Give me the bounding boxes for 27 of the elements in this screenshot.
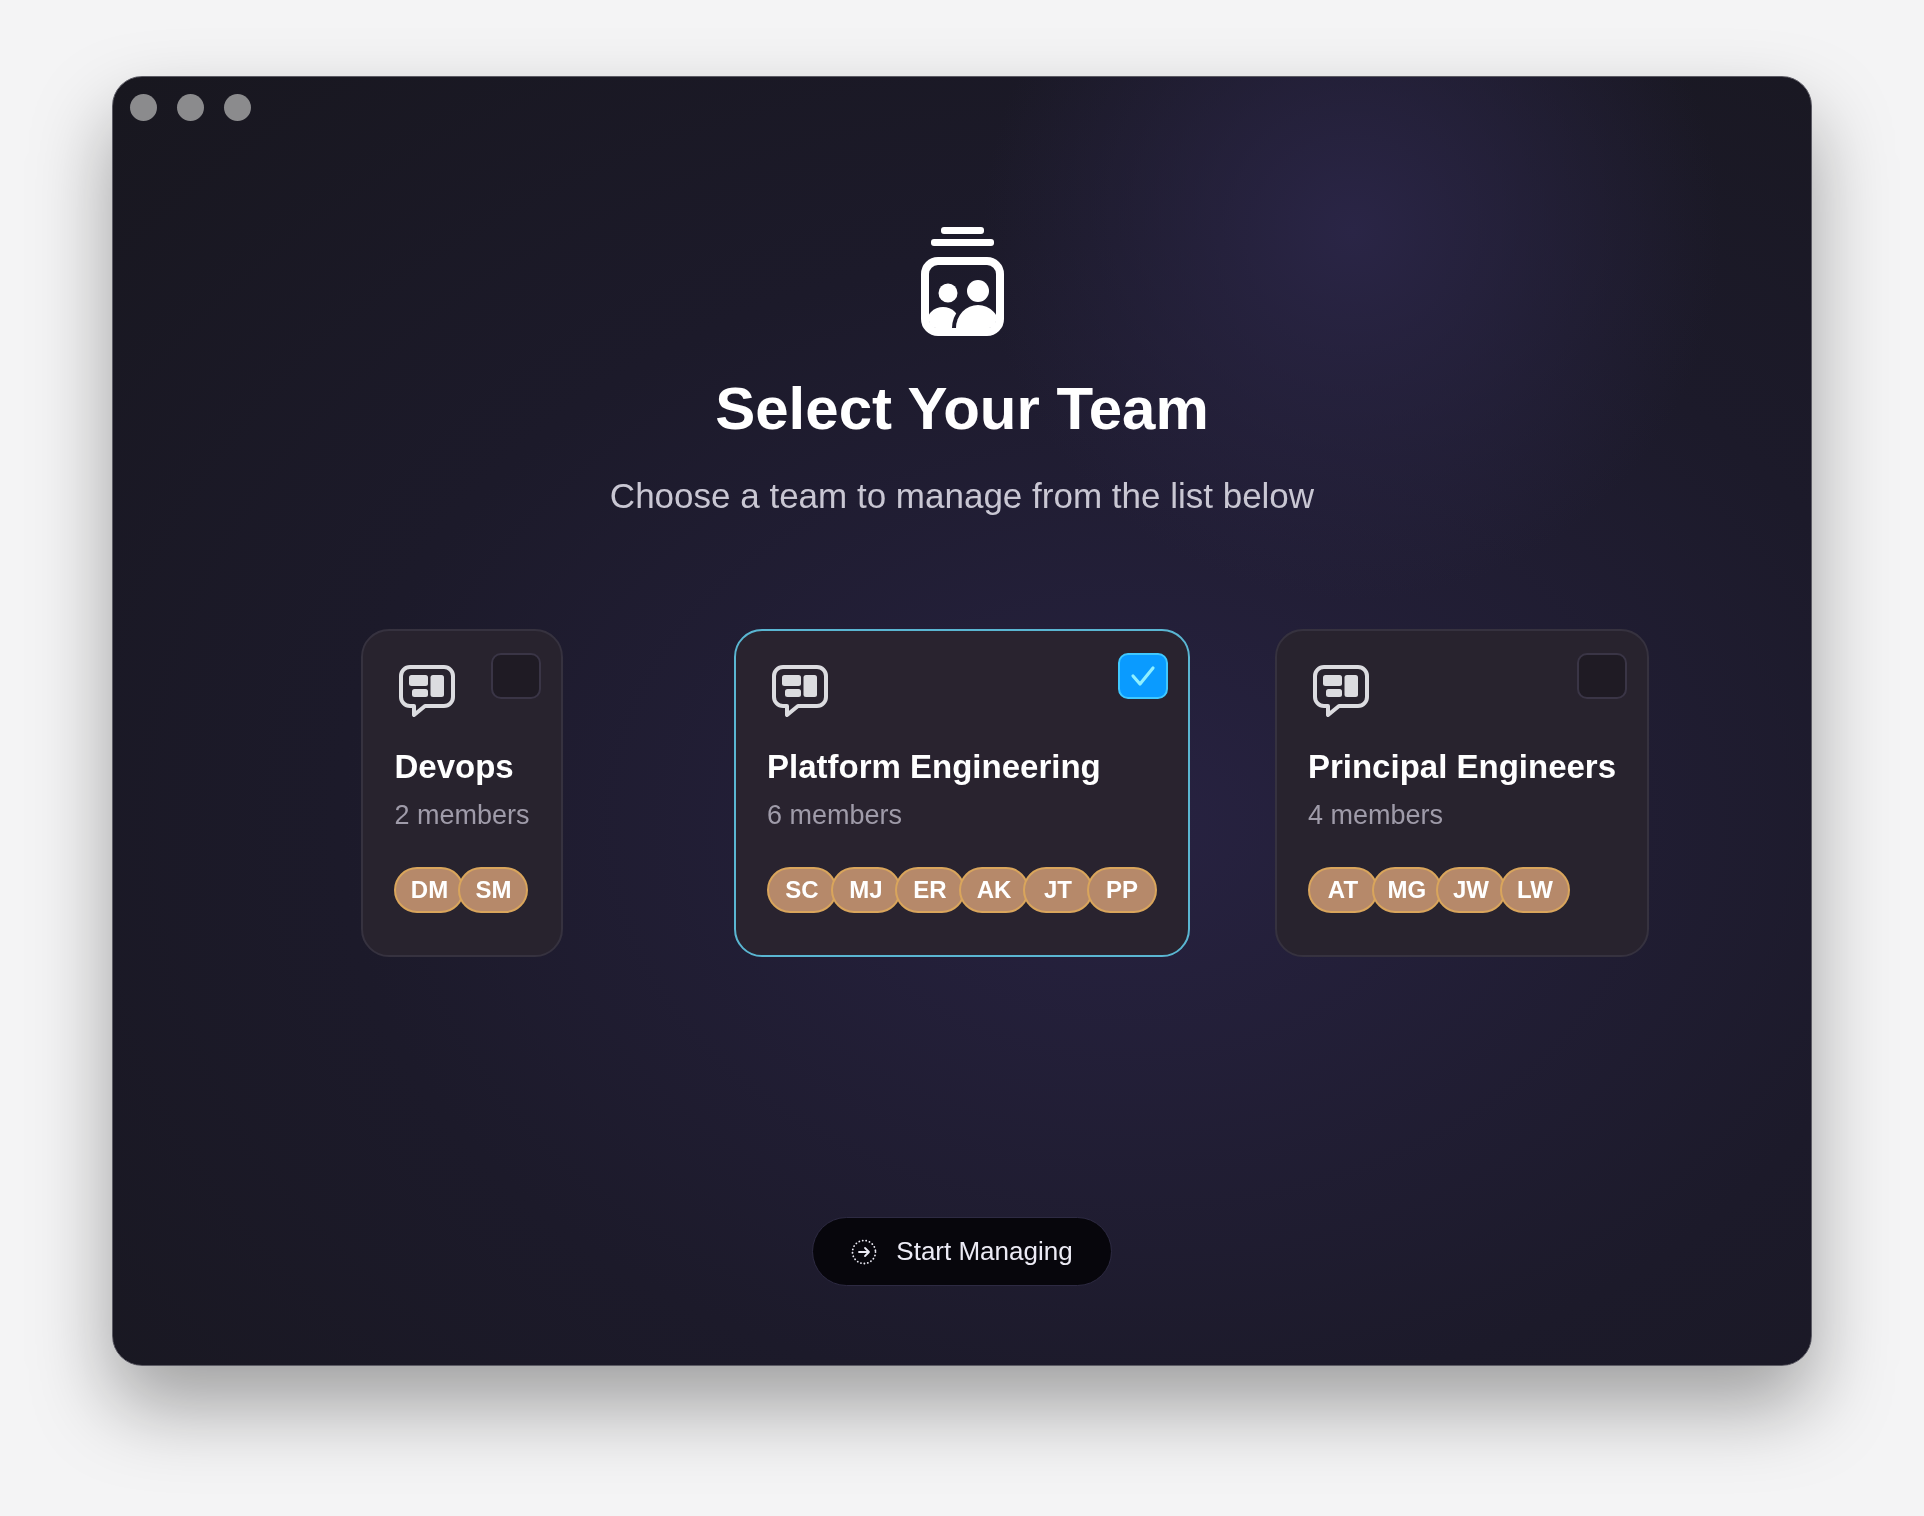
window-zoom-button[interactable] — [224, 94, 251, 121]
checkmark-icon — [1130, 665, 1156, 687]
member-avatar: LW — [1499, 867, 1570, 913]
checkbox[interactable] — [1577, 653, 1628, 699]
checkbox[interactable] — [1118, 653, 1168, 699]
window-close-button[interactable] — [130, 94, 157, 121]
page-subtitle: Choose a team to manage from the list below — [609, 475, 1315, 517]
member-count: 2 members — [394, 799, 530, 831]
page-title: Select Your Team — [715, 374, 1209, 444]
team-card[interactable]: Platform Engineering 6 members SC MJ ER AK JT PP — [734, 629, 1190, 957]
member-count: 4 members — [1307, 799, 1444, 831]
member-avatar: SM — [458, 867, 529, 913]
chat-bubble-icon — [772, 665, 828, 717]
team-card[interactable]: Principal Engineers 4 members AT MG JW LW — [1274, 629, 1650, 957]
chat-bubble-icon — [1312, 665, 1369, 717]
member-avatar: PP — [1087, 867, 1157, 913]
team-icon — [920, 227, 1004, 336]
team-name: Principal Engineers — [1307, 747, 1617, 787]
window-minimize-button[interactable] — [177, 94, 204, 121]
chat-bubble-icon — [399, 665, 456, 717]
team-card[interactable]: Devops 2 members DM SM — [361, 629, 563, 957]
team-name: Devops — [394, 747, 515, 787]
start-managing-button[interactable]: Start Managing — [812, 1217, 1112, 1286]
member-count: 6 members — [767, 799, 904, 831]
checkbox[interactable] — [490, 653, 541, 699]
arrow-circle-icon — [851, 1238, 878, 1265]
team-name: Platform Engineering — [767, 747, 1102, 787]
